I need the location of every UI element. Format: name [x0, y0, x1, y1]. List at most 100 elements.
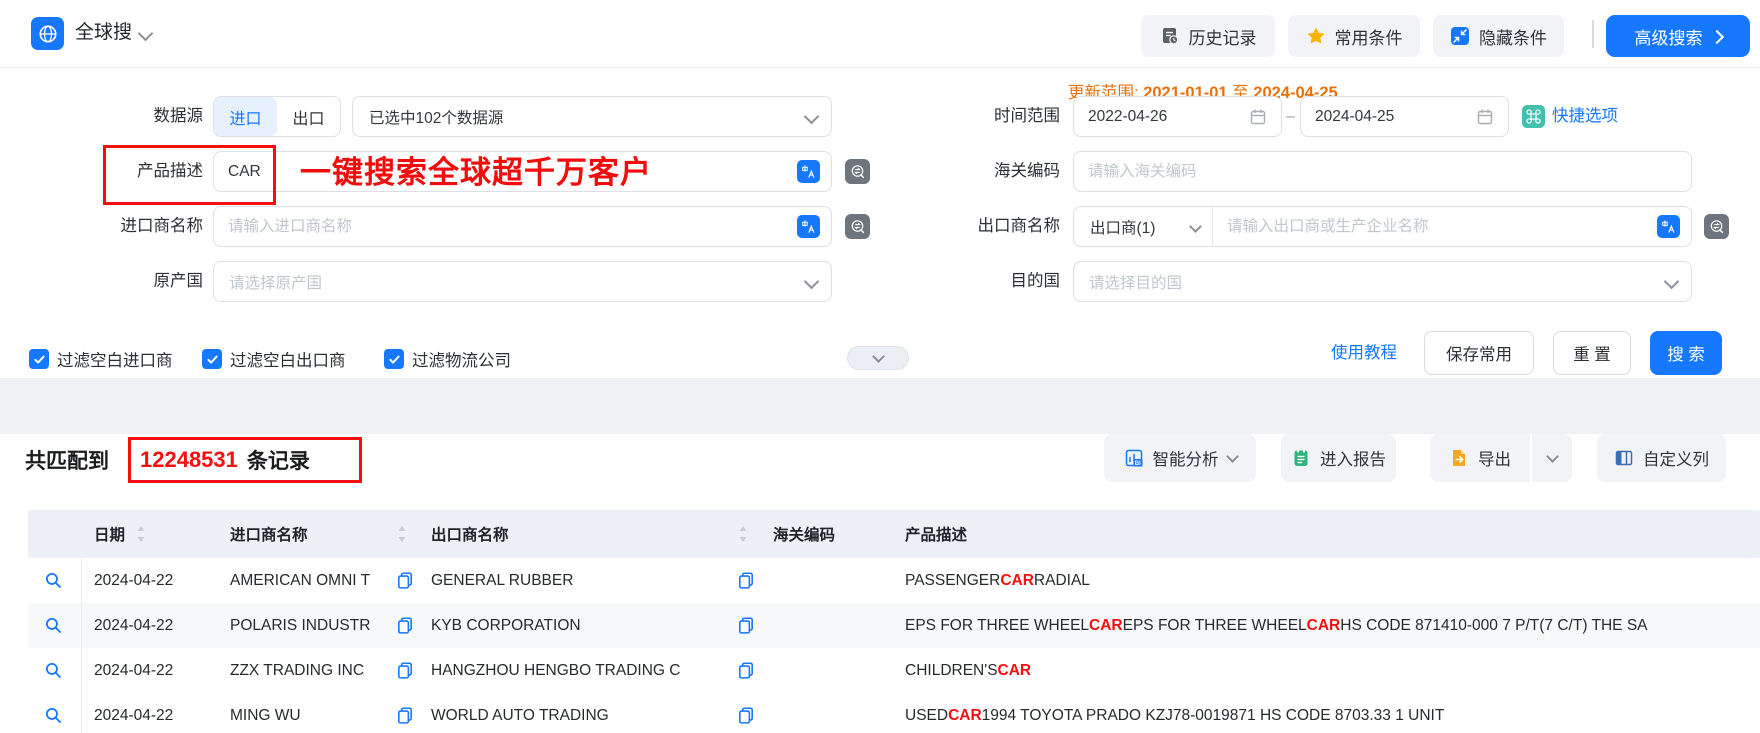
column-header-importer[interactable]: 进口商名称 — [230, 510, 308, 558]
destination-dropdown[interactable]: 请选择目的国 — [1073, 261, 1692, 302]
tab-import[interactable]: 进口 — [214, 97, 277, 136]
row-detail-magnifier-icon[interactable] — [44, 616, 63, 640]
cell-importer[interactable]: AMERICAN OMNI T — [230, 558, 370, 603]
translate-icon[interactable] — [797, 160, 820, 183]
cell-importer[interactable]: POLARIS INDUSTR — [230, 603, 370, 648]
copy-icon[interactable] — [396, 661, 414, 684]
cell-importer[interactable]: ZZX TRADING INC — [230, 648, 364, 693]
copy-icon[interactable] — [737, 706, 755, 729]
chevron-down-icon — [871, 350, 885, 363]
table-row[interactable]: 2024-04-22 AMERICAN OMNI T GENERAL RUBBE… — [28, 558, 1760, 604]
chevron-down-icon — [1189, 220, 1202, 233]
sort-icon[interactable] — [737, 524, 749, 544]
cell-exporter[interactable]: GENERAL RUBBER — [431, 558, 573, 603]
export-button-group: 导出 — [1430, 434, 1572, 482]
date-start-field[interactable] — [1073, 96, 1282, 137]
cell-importer[interactable]: MING WU — [230, 693, 301, 733]
table-row[interactable]: 2024-04-22 POLARIS INDUSTR KYB CORPORATI… — [28, 603, 1760, 649]
translate-icon[interactable] — [797, 215, 820, 238]
star-icon — [1306, 26, 1326, 46]
section-divider-band — [0, 378, 1760, 434]
collapse-form-pill[interactable] — [847, 346, 909, 370]
cell-exporter[interactable]: HANGZHOU HENGBO TRADING C — [431, 648, 680, 693]
column-header-date[interactable]: 日期 — [94, 510, 147, 558]
desc-text: PASSENGER — [905, 571, 1001, 589]
calendar-icon — [1249, 108, 1267, 126]
exporter-label: 出口商名称 — [977, 217, 1061, 235]
search-button[interactable]: 搜 索 — [1650, 331, 1722, 375]
row-detail-magnifier-icon[interactable] — [44, 706, 63, 730]
row-detail-magnifier-icon[interactable] — [44, 661, 63, 685]
importer-field — [213, 206, 832, 247]
filter-blank-importer-checkbox[interactable]: 过滤空白进口商 — [29, 347, 173, 371]
copy-icon[interactable] — [737, 661, 755, 684]
copy-icon[interactable] — [396, 616, 414, 639]
advanced-search-button[interactable]: 高级搜索 — [1606, 15, 1750, 57]
cell-date: 2024-04-22 — [94, 616, 174, 634]
copy-icon[interactable] — [396, 706, 414, 729]
desc-highlight: CAR — [1000, 571, 1034, 589]
origin-country-dropdown[interactable]: 请选择原产国 — [213, 261, 832, 302]
copy-icon[interactable] — [396, 571, 414, 594]
tab-export[interactable]: 出口 — [277, 97, 340, 136]
hs-code-input[interactable] — [1074, 152, 1691, 191]
enter-report-button[interactable]: 进入报告 — [1281, 434, 1396, 482]
exporter-type-select[interactable]: 出口商(1) — [1074, 207, 1213, 246]
history-label: 历史记录 — [1188, 28, 1257, 48]
topbar-divider — [1592, 20, 1594, 48]
row-detail-magnifier-icon[interactable] — [44, 571, 63, 595]
copy-icon[interactable] — [737, 616, 755, 639]
exporter-input[interactable] — [1213, 207, 1657, 246]
column-label: 产品描述 — [905, 527, 968, 544]
column-header-product-desc[interactable]: 产品描述 — [905, 510, 967, 558]
filter-blank-exporter-checkbox[interactable]: 过滤空白出口商 — [202, 347, 346, 371]
table-row[interactable]: 2024-04-22 MING WU WORLD AUTO TRADING US… — [28, 693, 1760, 733]
cell-date: 2024-04-22 — [94, 661, 174, 679]
custom-columns-button[interactable]: 自定义列 — [1597, 434, 1726, 482]
smart-analysis-button[interactable]: 智能分析 — [1104, 434, 1256, 482]
fixed-column-divider — [81, 558, 82, 603]
save-conditions-button[interactable]: 保存常用 — [1424, 331, 1534, 375]
top-bar: 全球搜 历史记录 常用条件 隐藏条件 高级搜索 — [0, 0, 1760, 68]
product-desc-input[interactable] — [214, 152, 797, 191]
synonym-expand-icon[interactable] — [1704, 214, 1729, 239]
checkbox-checked-icon — [384, 349, 404, 369]
filter-label: 过滤空白出口商 — [230, 352, 346, 370]
app-switcher-chevron-down-icon[interactable] — [137, 25, 154, 42]
reset-button[interactable]: 重 置 — [1553, 331, 1631, 375]
date-end-field[interactable] — [1300, 96, 1509, 137]
desc-text: EPS FOR THREE WHEEL — [1122, 616, 1307, 634]
favorites-label: 常用条件 — [1334, 28, 1403, 48]
command-icon[interactable] — [1522, 105, 1545, 128]
sort-icon[interactable] — [396, 524, 408, 544]
chevron-down-icon — [1225, 449, 1239, 463]
column-header-exporter[interactable]: 出口商名称 — [431, 510, 509, 558]
copy-icon[interactable] — [737, 571, 755, 594]
desc-highlight: CAR — [1306, 616, 1341, 634]
sort-icon[interactable] — [135, 524, 147, 544]
report-icon — [1291, 448, 1311, 468]
date-start-input[interactable] — [1074, 97, 1249, 136]
favorite-conditions-button[interactable]: 常用条件 — [1288, 15, 1420, 57]
history-button[interactable]: 历史记录 — [1141, 15, 1275, 57]
cell-exporter[interactable]: WORLD AUTO TRADING — [431, 693, 609, 733]
column-label: 海关编码 — [773, 527, 836, 544]
tutorial-link[interactable]: 使用教程 — [1331, 331, 1397, 375]
desc-text: CHILDREN'S — [905, 661, 998, 679]
translate-icon[interactable] — [1657, 215, 1680, 238]
table-row[interactable]: 2024-04-22 ZZX TRADING INC HANGZHOU HENG… — [28, 648, 1760, 694]
data-source-dropdown[interactable]: 已选中102个数据源 — [352, 96, 832, 137]
date-end-input[interactable] — [1301, 97, 1476, 136]
export-button[interactable]: 导出 — [1430, 434, 1530, 482]
filter-logistics-checkbox[interactable]: 过滤物流公司 — [384, 347, 511, 371]
export-dropdown-button[interactable] — [1530, 434, 1572, 482]
column-label: 进口商名称 — [230, 527, 308, 544]
cell-exporter[interactable]: KYB CORPORATION — [431, 603, 581, 648]
importer-input[interactable] — [214, 207, 797, 246]
data-source-selected-value: 已选中102个数据源 — [369, 109, 504, 127]
quick-options-link[interactable]: 快捷选项 — [1552, 96, 1618, 137]
hide-conditions-button[interactable]: 隐藏条件 — [1433, 15, 1564, 57]
desc-text: 1994 TOYOTA PRADO KZJ78-0019871 HS CODE … — [981, 706, 1445, 724]
column-header-hs-code[interactable]: 海关编码 — [773, 510, 835, 558]
fixed-column-divider — [81, 648, 82, 693]
